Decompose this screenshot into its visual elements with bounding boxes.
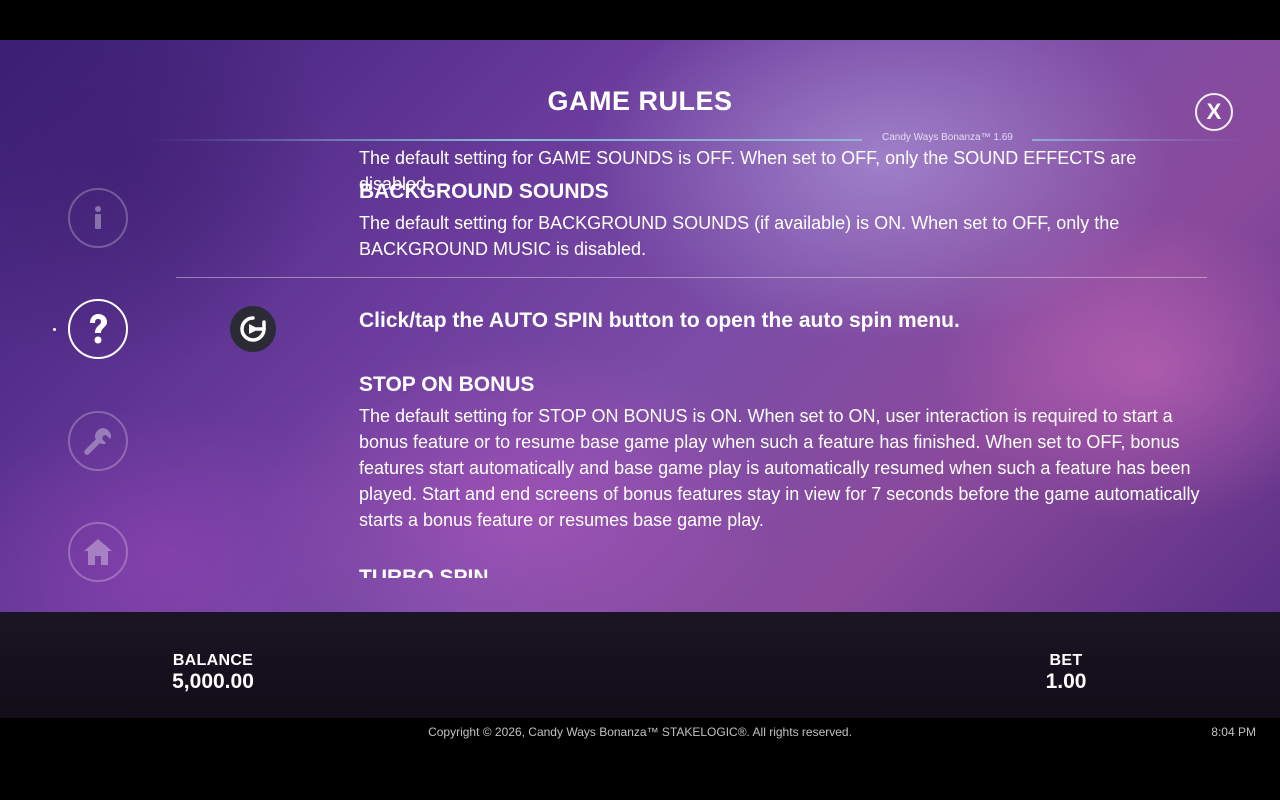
close-button[interactable]: X	[1195, 93, 1233, 131]
bet-label: BET	[1049, 652, 1083, 669]
stop-on-bonus-heading: STOP ON BONUS	[359, 373, 535, 396]
copyright-text: Copyright © 2026, Candy Ways Bonanza™ ST…	[428, 725, 852, 739]
footer: Copyright © 2026, Candy Ways Bonanza™ ST…	[0, 718, 1280, 800]
bet-value: 1.00	[1045, 670, 1087, 693]
game-rules-panel: GAME RULES X Candy Ways Bonanza™ 1.69 Th…	[0, 40, 1280, 612]
balance-value: 5,000.00	[172, 670, 254, 693]
top-bar	[0, 0, 1280, 40]
close-icon: X	[1206, 99, 1222, 124]
background-sounds-heading: BACKGROUND SOUNDS	[359, 180, 609, 203]
turbo-spin-heading: TURBO SPIN	[359, 566, 489, 578]
balance-label: BALANCE	[172, 652, 254, 669]
clock: 8:04 PM	[1211, 725, 1256, 739]
stop-on-bonus-text: The default setting for STOP ON BONUS is…	[359, 406, 1200, 530]
section-divider	[176, 277, 1207, 278]
autospin-lead-text: Click/tap the AUTO SPIN button to open t…	[359, 309, 960, 332]
page-title: GAME RULES	[547, 86, 733, 116]
bottom-bar: BALANCE 5,000.00 BET 1.00	[0, 612, 1280, 718]
background-sounds-text: The default setting for BACKGROUND SOUND…	[359, 213, 1120, 259]
bet-display: BET 1.00	[1016, 652, 1116, 694]
autospin-icon	[230, 306, 276, 352]
rules-content-scroll[interactable]: The default setting for GAME SOUNDS is O…	[0, 150, 1280, 578]
balance-display: BALANCE 5,000.00	[140, 652, 286, 694]
title-divider-right	[1032, 139, 1242, 141]
version-label: Candy Ways Bonanza™ 1.69	[882, 132, 1013, 143]
title-divider-left	[150, 139, 862, 141]
